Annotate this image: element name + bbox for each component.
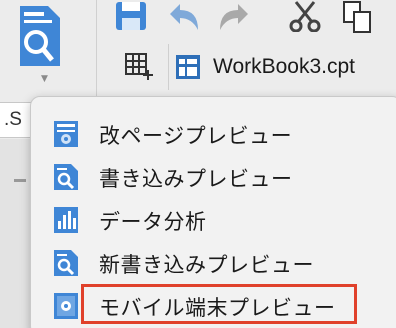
data-analysis-icon [54,207,78,233]
preview-magnifier-icon [20,6,60,66]
highlight-box [81,284,357,324]
write-preview-icon [54,164,78,190]
menu-item-label: 書き込みプレビュー [99,167,293,191]
menu-item-new-write-preview[interactable]: 新書き込みプレビュー [51,246,381,280]
page-break-preview-icon [54,121,78,147]
tab-workbook[interactable]: WorkBook3.cpt [168,44,396,90]
name-box-text: .S [4,109,22,130]
menu-item-page-break-preview[interactable]: 改ページプレビュー [51,117,381,151]
menu-item-label: 新書き込みプレビュー [99,253,314,277]
chevron-down-icon: ▼ [41,74,48,84]
new-write-preview-icon [54,250,78,276]
toolbar-divider [96,0,97,96]
save-icon[interactable] [114,0,148,32]
redo-icon[interactable] [216,2,252,32]
menu-item-label: データ分析 [99,210,207,234]
preview-menu: 改ページプレビュー 書き込みプレビュー データ分析 新書き込みプレビュー モバイ… [30,96,396,328]
mobile-preview-icon [54,293,78,319]
tab-label: WorkBook3.cpt [213,55,356,78]
scissors-icon[interactable] [288,0,322,32]
menu-item-label: 改ページプレビュー [99,124,293,148]
copy-icon[interactable] [340,0,374,34]
toolbar: ▼ WorkBook3.cpt [0,0,396,100]
menu-item-data-analysis[interactable]: データ分析 [51,203,381,237]
pane-marker [14,179,26,182]
table-add-icon[interactable] [124,52,154,82]
menu-item-write-preview[interactable]: 書き込みプレビュー [51,160,381,194]
report-grid-icon [176,55,200,79]
undo-icon[interactable] [166,2,202,32]
preview-dropdown-button[interactable]: ▼ [8,2,68,88]
